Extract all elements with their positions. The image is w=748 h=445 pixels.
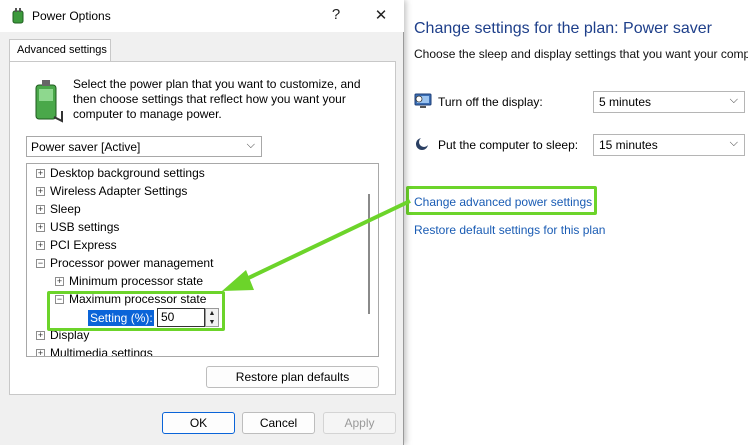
display-timeout-select[interactable]: 5 minutes ⌵ xyxy=(593,91,745,113)
expand-icon[interactable]: + xyxy=(55,277,64,286)
display-timeout-label: Turn off the display: xyxy=(438,95,543,109)
chevron-down-icon: ⌵ xyxy=(729,137,738,149)
max-processor-highlight xyxy=(47,291,225,331)
tree-item-wireless-adapter[interactable]: + Wireless Adapter Settings xyxy=(36,184,187,200)
plan-settings-subtitle: Choose the sleep and display settings th… xyxy=(414,47,748,61)
sleep-timeout-select[interactable]: 15 minutes ⌵ xyxy=(593,134,745,156)
tree-item-min-processor-state[interactable]: + Minimum processor state xyxy=(55,274,203,290)
expand-icon[interactable]: + xyxy=(36,169,45,178)
power-plan-value: Power saver [Active] xyxy=(31,140,141,154)
tree-item-pci-express[interactable]: + PCI Express xyxy=(36,238,117,254)
close-icon[interactable]: ✕ xyxy=(371,6,391,24)
advanced-link-highlight xyxy=(406,186,597,215)
restore-plan-defaults-button[interactable]: Restore plan defaults xyxy=(206,366,379,388)
sleep-timeout-value: 15 minutes xyxy=(599,138,658,152)
chevron-down-icon: ⌵ xyxy=(729,94,738,106)
dialog-title: Power Options xyxy=(32,9,111,23)
chevron-down-icon: ⌵ xyxy=(246,139,255,151)
cancel-button[interactable]: Cancel xyxy=(242,412,315,434)
expand-icon[interactable]: + xyxy=(36,349,45,356)
display-icon xyxy=(414,93,432,108)
expand-icon[interactable]: + xyxy=(36,223,45,232)
power-plan-select[interactable]: Power saver [Active] ⌵ xyxy=(26,136,262,157)
plan-settings-title: Change settings for the plan: Power save… xyxy=(414,20,712,37)
tree-item-processor-power[interactable]: − Processor power management xyxy=(36,256,213,272)
sleep-icon xyxy=(416,137,429,150)
title-bar: Power Options ? ✕ xyxy=(0,0,404,32)
sleep-timeout-label: Put the computer to sleep: xyxy=(438,138,579,152)
collapse-icon[interactable]: − xyxy=(36,259,45,268)
tab-advanced-settings[interactable]: Advanced settings xyxy=(9,39,111,62)
power-options-icon xyxy=(12,8,24,24)
intro-text: Select the power plan that you want to c… xyxy=(73,77,361,121)
apply-button[interactable]: Apply xyxy=(323,412,396,434)
tree-item-sleep[interactable]: + Sleep xyxy=(36,202,81,218)
battery-plug-icon xyxy=(35,80,63,123)
power-options-dialog: Power Options ? ✕ Advanced settings Sele… xyxy=(0,0,404,445)
expand-icon[interactable]: + xyxy=(36,331,45,340)
tree-item-usb-settings[interactable]: + USB settings xyxy=(36,220,119,236)
tree-item-multimedia[interactable]: + Multimedia settings xyxy=(36,346,153,356)
ok-button[interactable]: OK xyxy=(162,412,235,434)
expand-icon[interactable]: + xyxy=(36,187,45,196)
restore-default-settings-link[interactable]: Restore default settings for this plan xyxy=(414,223,605,237)
tree-item-desktop-background[interactable]: + Desktop background settings xyxy=(36,166,205,182)
expand-icon[interactable]: + xyxy=(36,205,45,214)
expand-icon[interactable]: + xyxy=(36,241,45,250)
display-timeout-value: 5 minutes xyxy=(599,95,652,109)
tree-scrollbar[interactable] xyxy=(368,194,370,314)
help-button[interactable]: ? xyxy=(326,6,346,23)
